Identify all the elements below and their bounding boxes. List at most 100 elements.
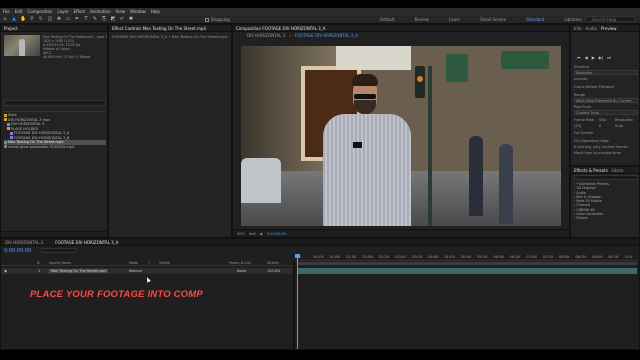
snapping-checkbox[interactable] xyxy=(205,17,209,22)
layer-duration-bar[interactable] xyxy=(297,268,637,274)
home-icon[interactable]: ⌂ xyxy=(2,16,8,22)
pan-behind-tool-icon[interactable]: ✥ xyxy=(56,16,62,22)
project-search-input[interactable] xyxy=(4,100,106,106)
layer-parent-dropdown[interactable]: None xyxy=(237,269,246,273)
resolution-dropdown[interactable]: Half xyxy=(249,232,256,236)
composition-viewer-frame[interactable] xyxy=(241,46,561,226)
move-time-checkbox[interactable]: Move time to preview time xyxy=(574,151,621,155)
project-item[interactable]: reveal grow production 5135054.mp4 xyxy=(4,145,106,150)
visibility-eye-icon[interactable]: ◉ xyxy=(4,269,7,273)
ruler-tick-label: 03:00f xyxy=(395,255,406,259)
range-dropdown[interactable]: Work Area Extended By Current xyxy=(574,98,638,103)
snapping-toggle[interactable]: Snapping xyxy=(205,17,230,22)
hair-bun xyxy=(352,74,378,86)
menu-item-layer[interactable]: Layer xyxy=(57,9,68,14)
menu-item-animation[interactable]: Animation xyxy=(90,9,110,14)
menu-item-window[interactable]: Window xyxy=(130,9,146,14)
viewer-timecode[interactable]: 0;00;00;00 xyxy=(267,232,286,236)
shortcut-dropdown[interactable]: Spacebar xyxy=(574,70,638,75)
cache-before-playback-checkbox[interactable]: Cache Before Playback xyxy=(574,85,614,89)
shortcut-value: Spacebar xyxy=(576,71,593,75)
effects-presets-panel: Effects & Presets Librar › * Animation Pr… xyxy=(570,166,640,238)
play-icon[interactable]: ▶ xyxy=(592,55,595,60)
tab-effect-controls[interactable]: Effect Controls Man Texting On The Stree… xyxy=(112,26,206,31)
tab-effects-0[interactable]: Effects & Presets xyxy=(574,168,608,173)
next-frame-icon[interactable]: ▶| xyxy=(599,55,603,60)
thumbnail-figure xyxy=(19,39,25,56)
menu-item-help[interactable]: Help xyxy=(151,9,160,14)
camera-icon[interactable]: ◉ xyxy=(260,232,263,236)
beard xyxy=(354,100,376,114)
play-from-dropdown[interactable]: Current Time xyxy=(574,110,638,115)
clip-detail: 48.000 kHz / 32 bit U / Stereo xyxy=(43,55,91,59)
first-frame-icon[interactable]: ⏮ xyxy=(577,55,581,60)
workspace-review[interactable]: Review xyxy=(415,17,429,22)
tab-timeline-comp[interactable]: DIV HORIZONTAL 3 xyxy=(5,240,43,245)
zoom-tool-icon[interactable]: ⚲ xyxy=(29,16,35,22)
hand-tool-icon[interactable]: ✋ xyxy=(20,16,26,22)
if-caching-checkbox[interactable]: If caching, play cached frames xyxy=(574,145,628,149)
rectangle-tool-icon[interactable]: ▭ xyxy=(65,16,71,22)
workspace-small-screen[interactable]: Small Screen xyxy=(480,17,506,22)
menu-item-file[interactable]: File xyxy=(3,9,10,14)
workspace-standard[interactable]: Standard xyxy=(526,17,544,22)
effect-category[interactable]: › Distort xyxy=(574,216,609,220)
layer-index: 1 xyxy=(38,269,41,273)
last-frame-icon[interactable]: ⏭ xyxy=(607,55,611,60)
full-screen-checkbox[interactable]: Full Screen xyxy=(574,131,593,135)
roto-brush-icon[interactable]: ✍ xyxy=(119,16,125,22)
frame-rate-value[interactable]: (25) xyxy=(574,124,581,128)
tab-audio[interactable]: Audio xyxy=(586,26,597,31)
comp-icon xyxy=(10,136,13,140)
layer-mode-dropdown[interactable]: Normal xyxy=(129,269,142,273)
current-time-indicator[interactable] xyxy=(295,254,300,349)
search-help-input[interactable]: Search Help xyxy=(585,16,635,22)
menu-item-effect[interactable]: Effect xyxy=(74,9,86,14)
timeline-search-input[interactable] xyxy=(41,248,77,253)
timeline-timecode[interactable]: 0;00;00;00 xyxy=(4,248,31,254)
previous-frame-icon[interactable]: ◀ xyxy=(585,55,588,60)
tab-info[interactable]: Info xyxy=(574,26,582,31)
clone-tool-icon[interactable]: ⎘ xyxy=(101,16,107,22)
effects-search-input[interactable] xyxy=(574,175,638,180)
ruler-tick-label: 00:15f xyxy=(313,255,324,259)
menu-item-view[interactable]: View xyxy=(116,9,126,14)
transport-controls: ⏮ ◀ ▶ ▶| ⏭ xyxy=(577,55,611,60)
comp-sub-tab[interactable]: DIV HORIZONTAL 3 xyxy=(247,33,285,38)
timeline-divider xyxy=(293,261,295,349)
eraser-tool-icon[interactable]: ◩ xyxy=(110,16,116,22)
workspace-libraries[interactable]: Libraries xyxy=(564,17,581,22)
menu-item-composition[interactable]: Composition xyxy=(27,9,52,14)
type-tool-icon[interactable]: T xyxy=(83,16,89,22)
workspace-learn[interactable]: Learn xyxy=(449,17,460,22)
tab-project[interactable]: Project xyxy=(4,26,18,31)
ruler-tick-label: 06:00f xyxy=(493,255,504,259)
zoom-dropdown[interactable]: 50% xyxy=(237,232,245,236)
selection-tool-icon[interactable]: ▲ xyxy=(11,16,17,22)
work-area-bar[interactable] xyxy=(297,262,637,265)
skip-value[interactable]: 0 xyxy=(599,124,601,128)
pen-tool-icon[interactable]: ✒ xyxy=(74,16,80,22)
camera-tool-icon[interactable]: ◫ xyxy=(47,16,53,22)
rotate-tool-icon[interactable]: ↻ xyxy=(38,16,44,22)
skip-label: Skip xyxy=(599,118,607,122)
resolution-value[interactable]: Auto xyxy=(615,124,623,128)
comp-sub-tab-active[interactable]: FOOTAGE DIV HORIZONTAL 3_A xyxy=(295,33,358,38)
ruler-tick-label: 02:15f xyxy=(378,255,390,259)
brush-tool-icon[interactable]: ✎ xyxy=(92,16,98,22)
tools-toolbar: ⌂ ▲ ✋ ⚲ ↻ ◫ ✥ ▭ ✒ T ✎ ⎘ ◩ ✍ ✱ Snapping D… xyxy=(0,15,640,24)
tab-preview[interactable]: Preview xyxy=(601,26,617,31)
puppet-tool-icon[interactable]: ✱ xyxy=(128,16,134,22)
tab-effects-1[interactable]: Librar xyxy=(612,168,624,173)
workspace-default[interactable]: Default xyxy=(380,17,395,22)
layer-stretch[interactable]: 100.0% xyxy=(267,269,280,273)
timeline-layer-row[interactable]: ◉ 1 Man Texting On The Street.mp4 Normal… xyxy=(1,268,293,274)
tab-composition[interactable]: Composition FOOTAGE DIV HORIZONTAL 3_A xyxy=(236,26,325,31)
phone xyxy=(353,142,362,148)
menu-item-edit[interactable]: Edit xyxy=(15,9,23,14)
layer-name[interactable]: Man Texting On The Street.mp4 xyxy=(49,269,109,273)
effect-controls-panel: Effect Controls Man Texting On The Stree… xyxy=(108,24,232,238)
tab-timeline-comp-active[interactable]: FOOTAGE DIV HORIZONTAL 3_A xyxy=(55,240,118,245)
time-ruler[interactable]: 0s00:15f01:00f01:15f02:00f02:15f03:00f03… xyxy=(295,254,639,261)
folder-icon xyxy=(7,127,10,131)
